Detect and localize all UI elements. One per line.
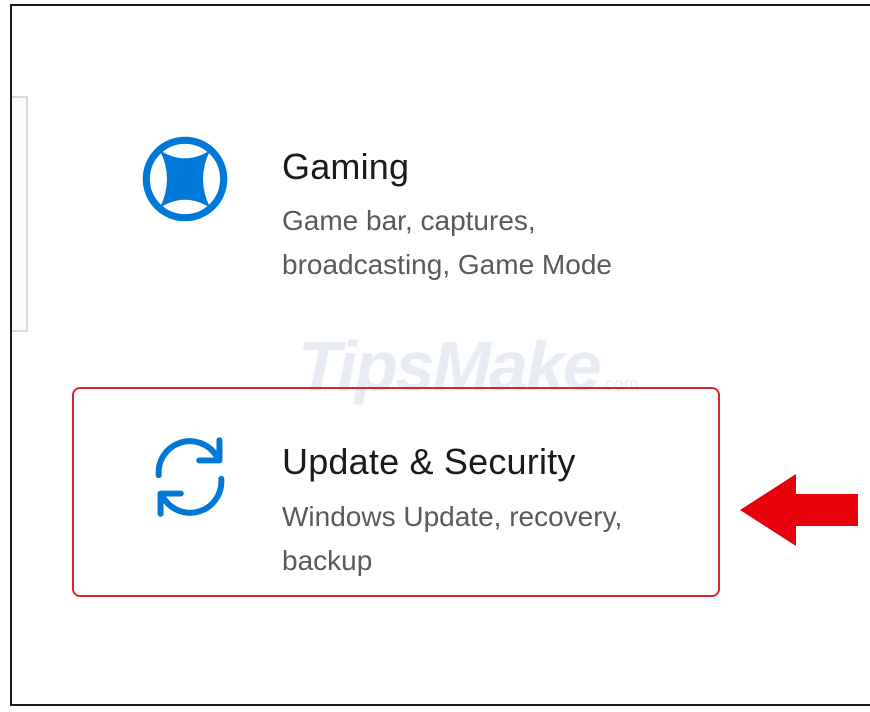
tile-title: Update & Security bbox=[282, 441, 576, 482]
xbox-icon bbox=[142, 136, 228, 222]
tile-description: Windows Update, recovery, backup bbox=[282, 501, 623, 576]
settings-tile-update-security[interactable]: Update & Security Windows Update, recove… bbox=[72, 387, 720, 597]
left-arrow-icon bbox=[740, 474, 858, 546]
tile-description: Game bar, captures, broadcasting, Game M… bbox=[282, 205, 612, 280]
settings-window: Gaming Game bar, captures, broadcasting,… bbox=[10, 4, 870, 706]
settings-tile-gaming[interactable]: Gaming Game bar, captures, broadcasting,… bbox=[112, 116, 672, 306]
sync-icon bbox=[155, 437, 225, 517]
sidebar-edge bbox=[12, 96, 28, 332]
tile-title: Gaming bbox=[282, 146, 410, 187]
